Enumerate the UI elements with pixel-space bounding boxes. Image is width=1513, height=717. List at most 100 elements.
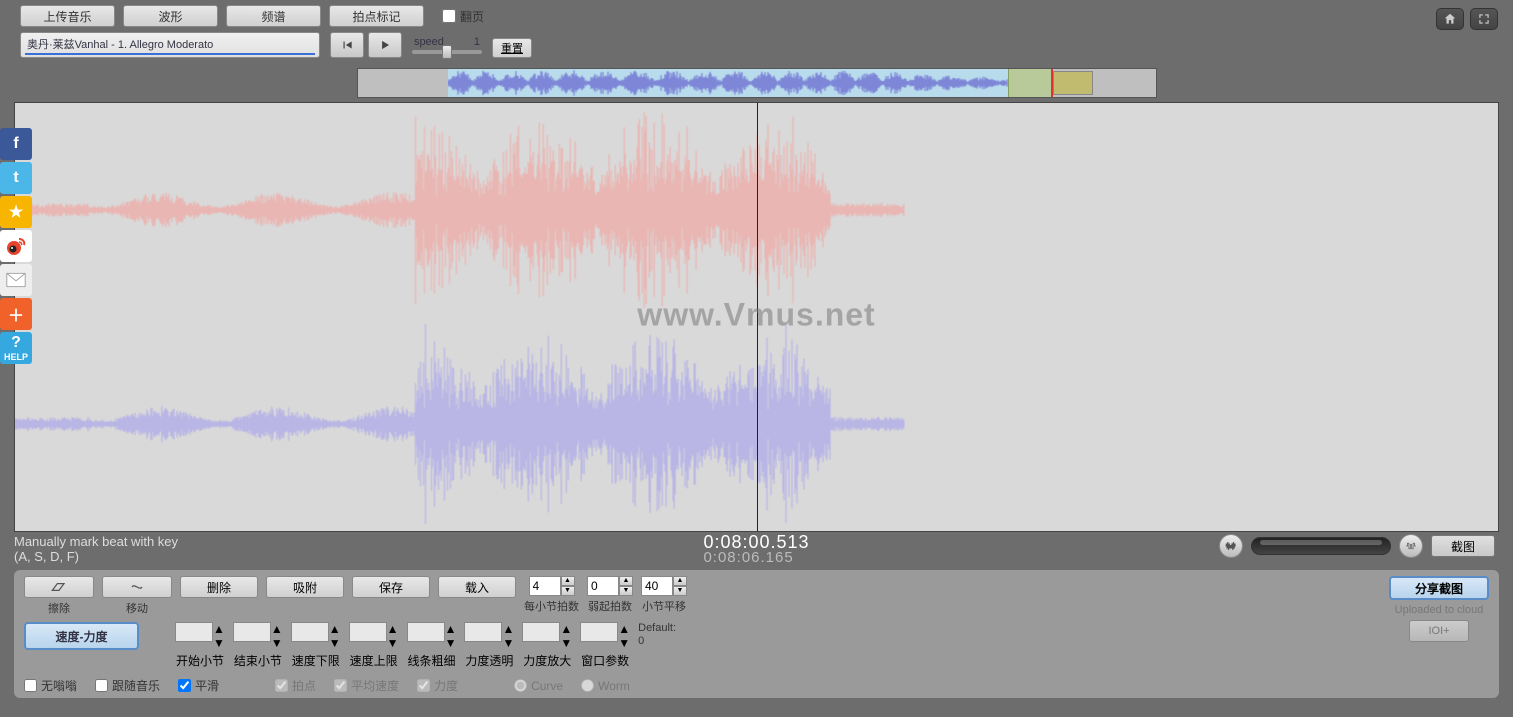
follow-checkbox[interactable]: 跟随音乐 [95, 677, 160, 694]
zoom-slider[interactable] [1251, 537, 1391, 555]
line-thick-input[interactable] [407, 622, 445, 642]
save-button[interactable]: 保存 [352, 576, 430, 598]
beat-checkbox[interactable]: 拍点 [275, 677, 316, 694]
watermark: www.Vmus.net [637, 297, 875, 334]
window-params-input[interactable] [580, 622, 618, 642]
fullscreen-icon [1477, 12, 1491, 26]
flip-label: 翻页 [460, 8, 484, 25]
prev-icon [340, 38, 354, 52]
play-button[interactable] [368, 32, 402, 58]
facebook-icon[interactable]: f [0, 128, 32, 160]
no-drone-checkbox[interactable]: 无嗡嗡 [24, 677, 77, 694]
pickup-spinner[interactable]: ▲▼ [587, 576, 633, 596]
dyn-trans-label: 力度透明 [465, 652, 513, 669]
dyn-zoom-label: 力度放大 [523, 652, 571, 669]
track-title: 奥丹·莱兹Vanhal - 1. Allegro Moderato [27, 39, 213, 51]
slider-thumb[interactable] [442, 45, 452, 59]
weibo-icon[interactable] [0, 230, 32, 262]
tempo-min-label: 速度下限 [292, 652, 340, 669]
end-bar-input[interactable] [233, 622, 271, 642]
screenshot-button[interactable]: 截图 [1431, 535, 1495, 557]
wave-dense-icon [1224, 539, 1238, 553]
tempo-max-input[interactable] [349, 622, 387, 642]
hint-line2: (A, S, D, F) [14, 549, 178, 564]
upload-button[interactable]: 上传音乐 [20, 5, 115, 27]
overview-tail [1053, 71, 1093, 95]
qzone-icon[interactable]: ★ [0, 196, 32, 228]
beats-per-bar-input[interactable] [529, 576, 561, 596]
dyn-trans-input[interactable] [464, 622, 502, 642]
speed-value: 1 [474, 36, 480, 48]
time-total: 0:08:06.165 [703, 550, 809, 566]
start-bar-input[interactable] [175, 622, 213, 642]
time-current: 0:08:00.513 [703, 534, 809, 550]
track-title-box[interactable]: 奥丹·莱兹Vanhal - 1. Allegro Moderato [20, 32, 320, 58]
dynamics-checkbox[interactable]: 力度 [417, 677, 458, 694]
wave-sparse-icon [1404, 539, 1418, 553]
erase-button[interactable] [24, 576, 94, 598]
waveform-button[interactable]: 波形 [123, 5, 218, 27]
overview-selection[interactable] [1008, 69, 1053, 97]
beatmark-button[interactable]: 拍点标记 [329, 5, 424, 27]
bottom-panel: 擦除 移动 删除 吸附 保存 载入 ▲▼ 每小节拍数 ▲▼ 弱起拍数 [14, 570, 1499, 698]
start-bar-label: 开始小节 [176, 652, 224, 669]
tempo-max-label: 速度上限 [350, 652, 398, 669]
zoom-out-button[interactable] [1219, 534, 1243, 558]
beats-per-bar-spinner[interactable]: ▲▼ [529, 576, 575, 596]
social-sidebar: f t ★ ＋ ?HELP [0, 128, 32, 366]
move-label: 移动 [126, 600, 148, 616]
end-bar-label: 结束小节 [234, 652, 282, 669]
tempo-dynamics-button[interactable]: 速度-力度 [24, 622, 139, 650]
eraser-icon [49, 580, 69, 594]
home-icon [1443, 12, 1457, 26]
twitter-icon[interactable]: t [0, 162, 32, 194]
home-button[interactable] [1436, 8, 1464, 30]
erase-label: 擦除 [48, 600, 70, 616]
weibo-glyph-icon [4, 234, 28, 258]
avg-tempo-checkbox[interactable]: 平均速度 [334, 677, 399, 694]
line-thick-label: 线条粗细 [408, 652, 456, 669]
speed-control: speed 1 [412, 36, 482, 54]
share-screenshot-button[interactable]: 分享截图 [1389, 576, 1489, 600]
pickup-label: 弱起拍数 [588, 598, 632, 614]
speed-slider[interactable] [412, 50, 482, 54]
help-icon[interactable]: ?HELP [0, 332, 32, 364]
spin-down[interactable]: ▼ [561, 586, 575, 596]
track-progress [25, 53, 315, 55]
default-label: Default: 0 [638, 622, 676, 648]
move-icon [127, 580, 147, 594]
overview-wave [448, 69, 1008, 97]
delete-button[interactable]: 删除 [180, 576, 258, 598]
beats-per-bar-label: 每小节拍数 [524, 598, 579, 614]
flip-checkbox[interactable]: 翻页 [442, 8, 484, 25]
share-icon[interactable]: ＋ [0, 298, 32, 330]
tempo-min-input[interactable] [291, 622, 329, 642]
overview-strip[interactable] [357, 68, 1157, 98]
cloud-label: Uploaded to cloud [1395, 604, 1484, 616]
worm-radio[interactable]: Worm [581, 679, 630, 693]
zoom-in-button[interactable] [1399, 534, 1423, 558]
play-icon [378, 38, 392, 52]
prev-button[interactable] [330, 32, 364, 58]
dyn-zoom-input[interactable] [522, 622, 560, 642]
main-waveform[interactable]: www.Vmus.net [14, 102, 1499, 532]
status-row: Manually mark beat with key (A, S, D, F)… [0, 532, 1513, 568]
spectrum-button[interactable]: 频谱 [226, 5, 321, 27]
ioi-button[interactable]: IOI+ [1409, 620, 1469, 642]
curve-radio[interactable]: Curve [514, 679, 563, 693]
pickup-input[interactable] [587, 576, 619, 596]
spin-up[interactable]: ▲ [561, 576, 575, 586]
reset-button[interactable]: 重置 [492, 38, 532, 58]
email-icon[interactable] [0, 264, 32, 296]
move-button[interactable] [102, 576, 172, 598]
envelope-icon [6, 272, 26, 288]
load-button[interactable]: 载入 [438, 576, 516, 598]
bar-offset-spinner[interactable]: ▲▼ [641, 576, 687, 596]
overview-wrap [0, 64, 1513, 102]
fullscreen-button[interactable] [1470, 8, 1498, 30]
smooth-checkbox[interactable]: 平滑 [178, 677, 219, 694]
bar-offset-input[interactable] [641, 576, 673, 596]
speed-label: speed [414, 36, 444, 48]
snap-button[interactable]: 吸附 [266, 576, 344, 598]
bar-offset-label: 小节平移 [642, 598, 686, 614]
